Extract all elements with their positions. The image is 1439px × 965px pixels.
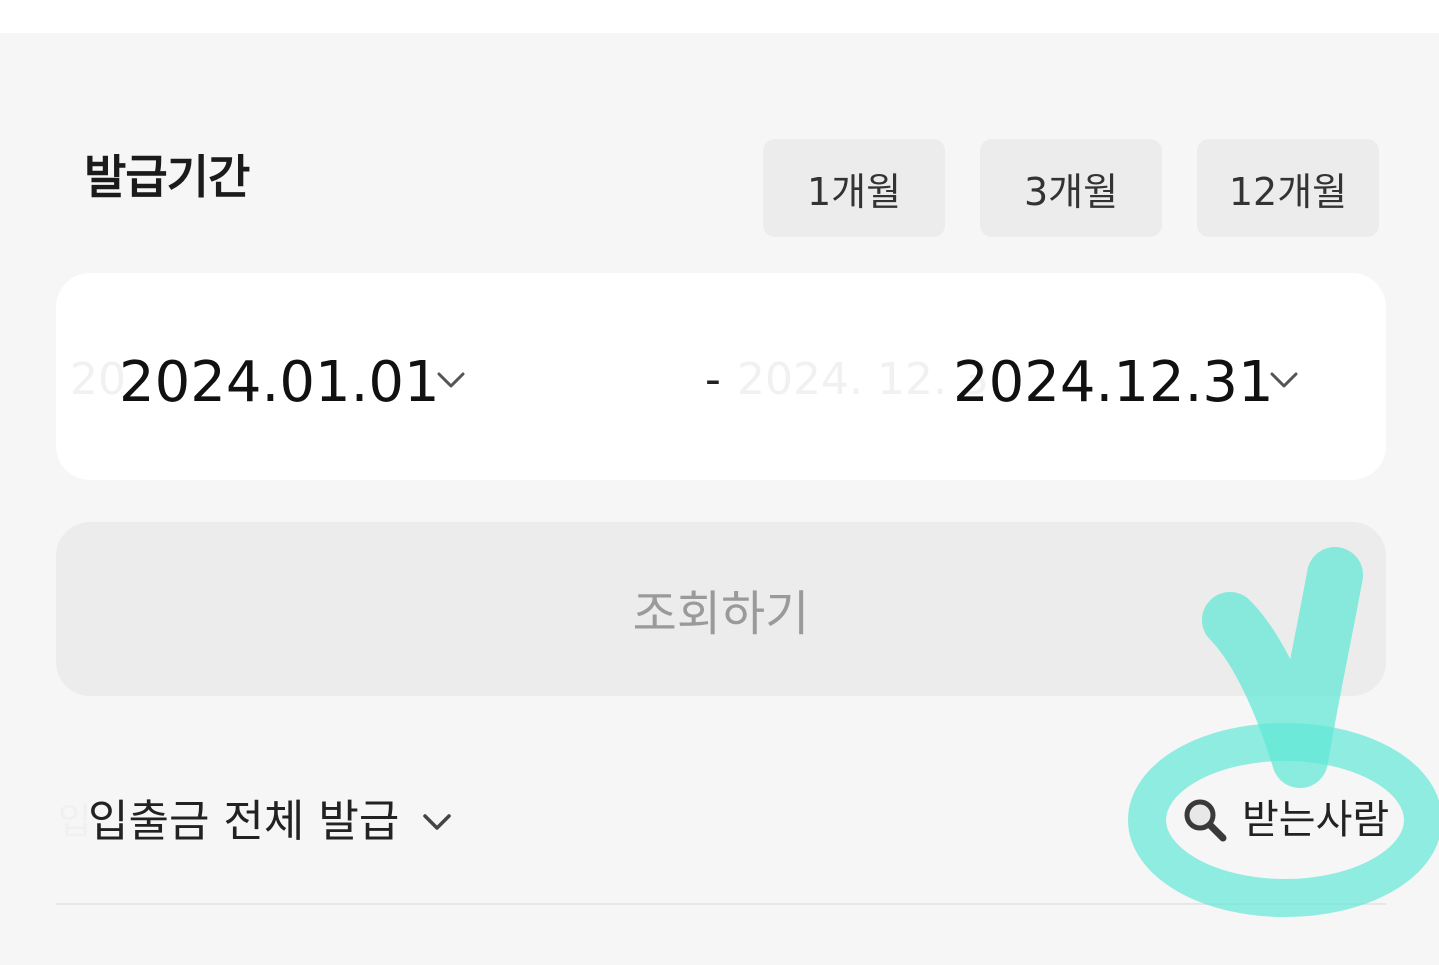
start-date-picker[interactable]: 2024.01.01 — [119, 348, 440, 418]
issue-type-select[interactable]: 입출금 전체 발급 — [88, 790, 455, 854]
start-date-ghost-text: 20 — [70, 354, 126, 405]
section-divider — [56, 903, 1386, 905]
end-date-picker[interactable]: 2024.12.31 — [953, 348, 1274, 418]
chevron-down-icon[interactable] — [1266, 362, 1302, 398]
period-3-months-button[interactable]: 3개월 — [980, 139, 1162, 237]
date-separator: - — [705, 354, 721, 405]
period-12-months-button[interactable]: 12개월 — [1197, 139, 1379, 237]
filter-ghost-text: 입 — [58, 801, 92, 842]
search-button[interactable]: 조회하기 — [56, 522, 1386, 696]
chevron-down-icon — [423, 814, 452, 830]
period-1-month-button[interactable]: 1개월 — [763, 139, 945, 237]
page-title: 발급기간 — [84, 150, 250, 204]
magnifier-icon — [1184, 799, 1227, 842]
top-strip — [0, 0, 1439, 33]
issue-type-label: 입출금 전체 발급 — [88, 796, 400, 847]
chevron-down-icon[interactable] — [433, 362, 469, 398]
recipient-search-button[interactable]: 받는사람 — [1180, 788, 1389, 852]
end-date-ghost-text: 2024. 12. 3 — [737, 354, 989, 405]
recipient-label: 받는사람 — [1242, 797, 1390, 843]
